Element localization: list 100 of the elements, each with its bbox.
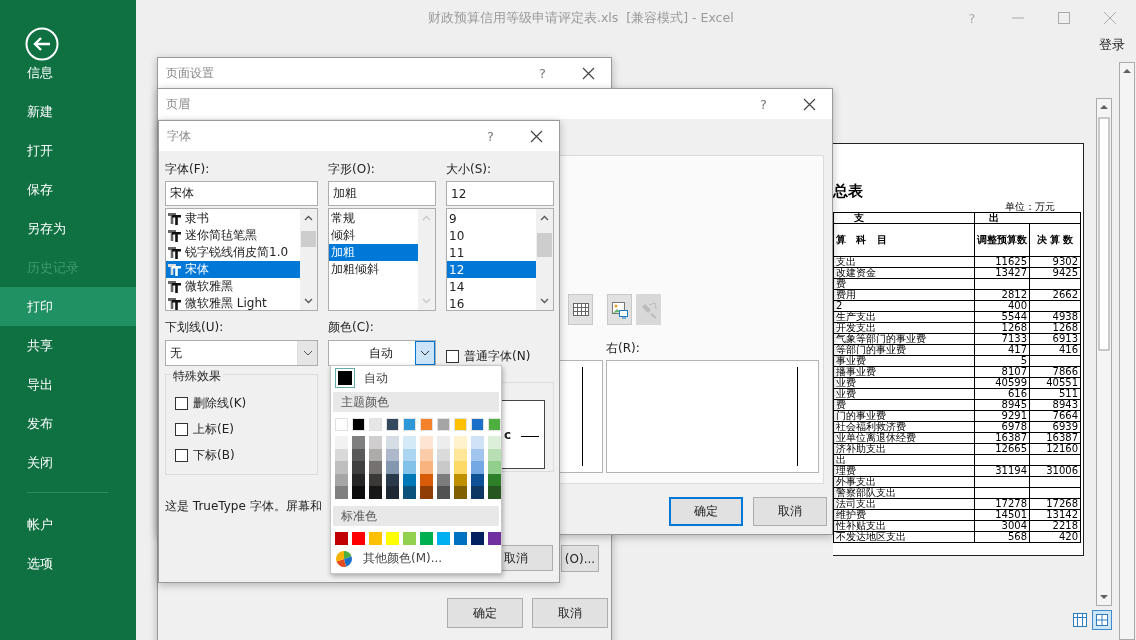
color-swatch[interactable] — [471, 461, 484, 474]
color-swatch[interactable] — [335, 418, 348, 431]
color-swatch[interactable] — [352, 436, 365, 449]
input-field[interactable]: 加粗 — [328, 181, 436, 206]
color-swatch[interactable] — [454, 436, 467, 449]
automatic-color-option[interactable]: 自动 — [331, 367, 501, 389]
sidebar-item[interactable]: 打印 — [0, 287, 136, 326]
color-swatch[interactable] — [471, 486, 484, 499]
sidebar-item[interactable]: 选项 — [0, 544, 136, 583]
dialog-button[interactable]: 取消 — [532, 598, 608, 628]
color-swatch[interactable] — [369, 531, 382, 545]
color-swatch[interactable] — [420, 461, 433, 474]
color-swatch[interactable] — [369, 486, 382, 499]
list-item[interactable]: 锐字锐线俏皮简1.0 — [166, 244, 300, 261]
list-item[interactable]: 12 — [447, 261, 536, 278]
color-swatch[interactable] — [420, 486, 433, 499]
close-icon[interactable] — [530, 129, 543, 143]
color-swatch[interactable] — [352, 461, 365, 474]
color-swatch[interactable] — [437, 531, 450, 545]
color-swatch[interactable] — [369, 436, 382, 449]
color-swatch[interactable] — [403, 436, 416, 449]
back-icon[interactable] — [25, 27, 59, 61]
color-swatch[interactable] — [488, 418, 501, 431]
color-swatch[interactable] — [386, 436, 399, 449]
list-item[interactable]: 微软雅黑 — [166, 278, 300, 295]
color-swatch[interactable] — [420, 418, 433, 431]
color-swatch[interactable] — [437, 436, 450, 449]
color-swatch[interactable] — [488, 436, 501, 449]
sidebar-item[interactable]: 关闭 — [0, 443, 136, 482]
sidebar-item[interactable]: 另存为 — [0, 209, 136, 248]
sidebar-item[interactable]: 保存 — [0, 170, 136, 209]
sidebar-item[interactable]: 新建 — [0, 92, 136, 131]
color-swatch[interactable] — [352, 418, 365, 431]
color-swatch[interactable] — [420, 531, 433, 545]
checkbox[interactable]: 上标(E) — [175, 421, 234, 438]
help-button[interactable]: ? — [760, 96, 767, 112]
checkbox[interactable]: 下标(B) — [175, 447, 235, 464]
color-swatch[interactable] — [471, 531, 484, 545]
list-box[interactable]: 常规 倾斜 加粗 加粗倾斜 — [328, 208, 436, 311]
dialog-button[interactable]: (O)... — [561, 545, 599, 572]
color-swatch[interactable] — [454, 531, 467, 545]
list-item[interactable]: 14 — [447, 278, 536, 295]
checkbox[interactable]: 普通字体(N) — [446, 346, 531, 366]
close-icon[interactable] — [803, 97, 816, 111]
vertical-scrollbar[interactable] — [1119, 62, 1135, 640]
color-dropdown[interactable]: 自动 — [328, 340, 436, 366]
sidebar-item[interactable]: 共享 — [0, 326, 136, 365]
list-item[interactable]: 9 — [447, 210, 536, 227]
dropdown-field[interactable]: 无 — [165, 340, 318, 366]
list-item[interactable]: 微软雅黑 Light — [166, 295, 300, 312]
list-item[interactable]: 11 — [447, 244, 536, 261]
toolbar-button[interactable] — [607, 294, 632, 325]
color-swatch[interactable] — [488, 486, 501, 499]
help-button[interactable]: ? — [539, 65, 546, 81]
color-swatch[interactable] — [403, 418, 416, 431]
list-item[interactable]: 隶书 — [166, 210, 300, 227]
color-swatch[interactable] — [335, 531, 348, 545]
help-button[interactable]: ? — [487, 128, 494, 144]
input-field[interactable]: 12 — [446, 181, 554, 206]
color-swatch[interactable] — [369, 461, 382, 474]
color-swatch[interactable] — [403, 461, 416, 474]
color-swatch[interactable] — [488, 461, 501, 474]
color-swatch[interactable] — [335, 436, 348, 449]
list-item[interactable]: 常规 — [329, 210, 418, 227]
list-item[interactable]: 10 — [447, 227, 536, 244]
list-item[interactable]: 迷你简毡笔黑 — [166, 227, 300, 244]
color-swatch[interactable] — [352, 531, 365, 545]
zoom-page-icon[interactable] — [1092, 610, 1112, 630]
dropdown-arrow-button[interactable] — [415, 341, 435, 365]
list-box[interactable]: 9 10 11 12 14 16 — [446, 208, 554, 311]
list-item[interactable]: 加粗 — [329, 244, 418, 261]
color-swatch[interactable] — [437, 461, 450, 474]
sidebar-item[interactable]: 信息 — [0, 53, 136, 92]
color-swatch[interactable] — [403, 486, 416, 499]
dialog-button[interactable]: 确定 — [447, 598, 523, 628]
color-swatch[interactable] — [386, 531, 399, 545]
color-swatch[interactable] — [454, 486, 467, 499]
color-swatch[interactable] — [386, 486, 399, 499]
checkbox[interactable]: 删除线(K) — [175, 395, 247, 412]
sidebar-item[interactable]: 发布 — [0, 404, 136, 443]
color-swatch[interactable] — [403, 531, 416, 545]
color-swatch[interactable] — [454, 418, 467, 431]
color-swatch[interactable] — [386, 461, 399, 474]
vertical-scrollbar[interactable] — [1096, 98, 1112, 606]
list-item[interactable]: 宋体 — [166, 261, 300, 278]
color-swatch[interactable] — [437, 486, 450, 499]
sign-in-link[interactable]: 登录 — [1099, 36, 1125, 54]
color-swatch[interactable] — [471, 436, 484, 449]
color-swatch[interactable] — [420, 436, 433, 449]
color-swatch[interactable] — [454, 461, 467, 474]
color-swatch[interactable] — [386, 418, 399, 431]
list-box[interactable]: 隶书 迷你简毡笔黑 锐字锐线俏皮简1.0 宋体 微软雅黑 微软雅黑 Light — [165, 208, 318, 311]
color-swatch[interactable] — [488, 531, 501, 545]
dialog-button[interactable]: 确定 — [669, 497, 743, 526]
maximize-icon[interactable] — [1058, 12, 1070, 24]
toolbar-button[interactable] — [568, 294, 593, 325]
list-item[interactable]: 加粗倾斜 — [329, 261, 418, 278]
list-scrollbar[interactable] — [536, 209, 553, 310]
color-swatch[interactable] — [335, 486, 348, 499]
page-view-icon[interactable] — [1072, 612, 1088, 628]
